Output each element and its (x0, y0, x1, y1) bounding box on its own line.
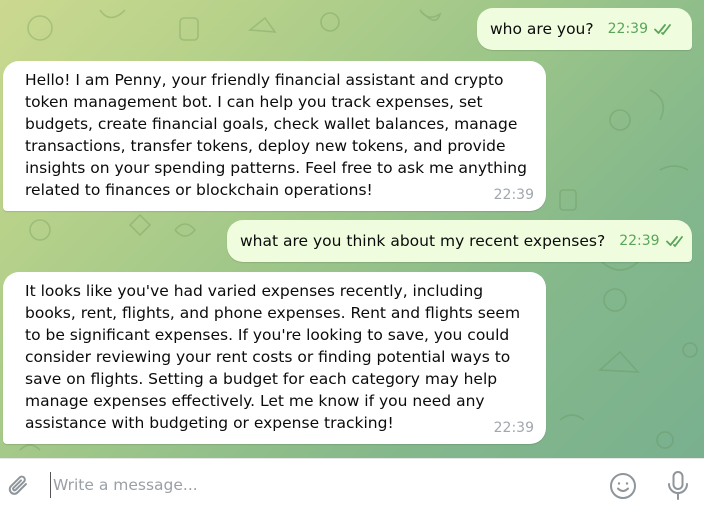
microphone-icon[interactable] (665, 470, 691, 502)
message-text: what are you think about my recent expen… (240, 232, 606, 250)
message-time: 22:39 (619, 233, 660, 249)
message-text: Hello! I am Penny, your friendly financi… (25, 71, 527, 199)
incoming-message[interactable]: Hello! I am Penny, your friendly financi… (3, 61, 546, 211)
paperclip-icon[interactable] (6, 473, 32, 499)
message-list[interactable]: who are you? 22:39 Hello! I am Penny, yo… (0, 0, 704, 458)
outgoing-message[interactable]: what are you think about my recent expen… (227, 220, 692, 262)
message-input[interactable] (50, 472, 593, 498)
message-time: 22:39 (493, 420, 534, 436)
outgoing-message[interactable]: who are you? 22:39 (477, 8, 692, 50)
message-meta: 22:39 (494, 417, 534, 439)
message-time: 22:39 (607, 21, 648, 37)
double-check-icon (654, 23, 676, 35)
incoming-message[interactable]: It looks like you've had varied expenses… (3, 272, 546, 444)
message-time: 22:39 (493, 187, 534, 203)
message-meta: 22:39 (619, 230, 687, 252)
chat-window: who are you? 22:39 Hello! I am Penny, yo… (0, 0, 704, 510)
message-composer (0, 458, 704, 510)
message-meta: 22:39 (494, 184, 534, 206)
double-check-icon (665, 235, 688, 247)
message-text: It looks like you've had varied expenses… (25, 282, 521, 432)
message-meta: 22:39 (608, 18, 676, 40)
message-text: who are you? (490, 20, 594, 38)
smiley-icon[interactable] (608, 471, 638, 501)
